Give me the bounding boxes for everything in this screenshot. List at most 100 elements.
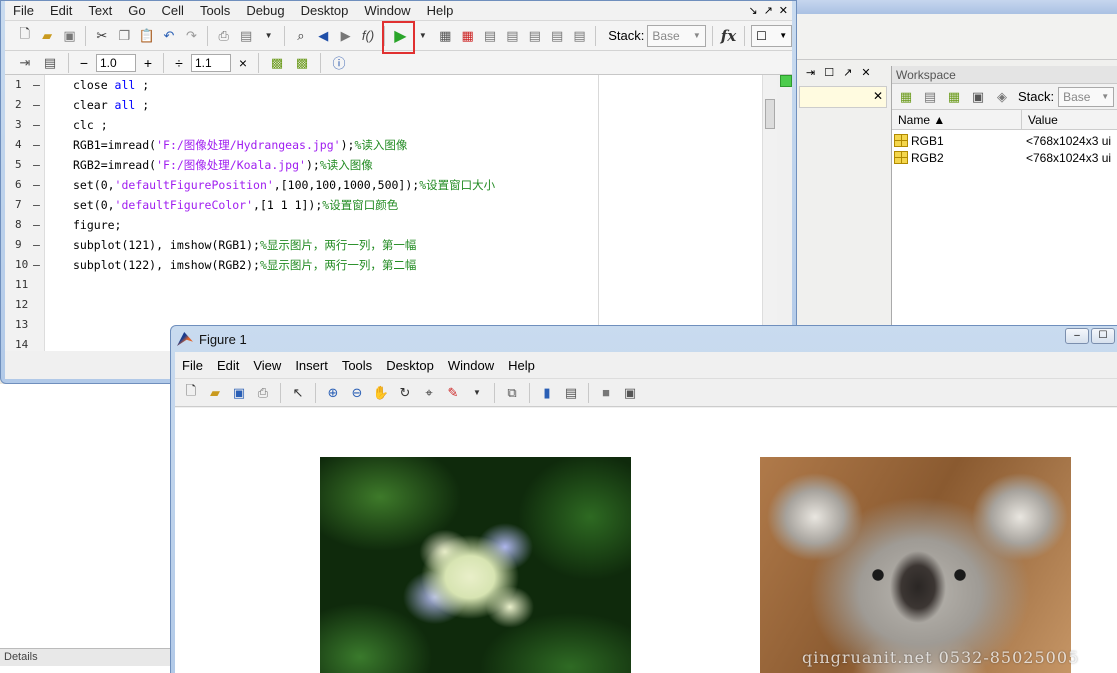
breakpoint-marker[interactable]: – — [33, 95, 40, 115]
breakpoint-marker[interactable]: – — [33, 235, 40, 255]
print-figure-icon[interactable]: ⎙ — [253, 383, 273, 403]
code-line[interactable]: 6 – set(0,'defaultFigurePosition',[100,1… — [5, 175, 762, 195]
redo-icon[interactable]: ↷ — [182, 26, 201, 46]
code-line[interactable]: 4 – RGB1=imread('F:/图像处理/Hydrangeas.jpg'… — [5, 135, 762, 155]
increment-value-field[interactable]: 1.0 — [96, 53, 136, 72]
menu-window[interactable]: Window — [356, 3, 418, 18]
insert-cell-icon[interactable]: ⇥ — [15, 53, 35, 73]
new-figure-icon[interactable]: 🗋 — [181, 383, 201, 403]
breakpoint-marker[interactable]: – — [33, 75, 40, 95]
increment-button[interactable]: + — [141, 55, 155, 71]
workspace-row[interactable]: RGB2 <768x1024x3 ui — [892, 149, 1117, 166]
breakpoint-marker[interactable]: – — [33, 135, 40, 155]
open-folder-icon[interactable]: ▰ — [37, 26, 56, 46]
menu-tools[interactable]: Tools — [192, 3, 238, 18]
colorbar-icon[interactable]: ▮ — [537, 383, 557, 403]
figure-menu-file[interactable]: File — [175, 358, 210, 373]
close-icon[interactable]: ✕ — [779, 4, 788, 17]
find-icon[interactable]: ⌕ — [291, 26, 310, 46]
column-header-name[interactable]: Name ▲ — [892, 110, 1022, 129]
code-line[interactable]: 5 – RGB2=imread('F:/图像处理/Koala.jpg');%读入… — [5, 155, 762, 175]
cut-icon[interactable]: ✂ — [92, 26, 111, 46]
figure-menu-edit[interactable]: Edit — [210, 358, 246, 373]
menu-text[interactable]: Text — [80, 3, 120, 18]
figure-menu-insert[interactable]: Insert — [288, 358, 335, 373]
scale-value-field[interactable]: 1.1 — [191, 53, 231, 72]
link-plot-icon[interactable]: ⧉ — [502, 383, 522, 403]
code-line[interactable]: 12 — [5, 295, 762, 315]
show-plot-tools-icon[interactable]: ▣ — [620, 383, 640, 403]
set-breakpoint-icon[interactable]: ▦ — [436, 26, 455, 46]
run-dropdown-icon[interactable]: ▼ — [413, 26, 432, 46]
code-line[interactable]: 11 — [5, 275, 762, 295]
cell-mode-icon[interactable]: ▤ — [40, 53, 60, 73]
pan-hand-icon[interactable]: ✋ — [371, 383, 391, 403]
exit-debug-icon[interactable]: ▤ — [570, 26, 589, 46]
publish-icon[interactable]: ▤ — [236, 26, 255, 46]
dropdown-arrow-icon[interactable]: ▼ — [259, 26, 278, 46]
breakpoint-marker[interactable]: – — [33, 255, 40, 275]
code-line[interactable]: 2 – clear all ; — [5, 95, 762, 115]
workspace-row[interactable]: RGB1 <768x1024x3 ui — [892, 132, 1117, 149]
zoom-in-icon[interactable]: ⊕ — [323, 383, 343, 403]
save-workspace-icon[interactable]: ▣ — [968, 87, 988, 107]
eval-cell-advance-icon[interactable]: ▩ — [292, 53, 312, 73]
breakpoint-marker[interactable]: – — [33, 115, 40, 135]
code-analyzer-status-icon[interactable] — [780, 75, 792, 87]
legend-icon[interactable]: ▤ — [561, 383, 581, 403]
breakpoint-marker[interactable]: – — [33, 175, 40, 195]
clear-breakpoints-icon[interactable]: ▦ — [458, 26, 477, 46]
code-line[interactable]: 7 – set(0,'defaultFigureColor',[1 1 1]);… — [5, 195, 762, 215]
open-file-icon[interactable]: ▰ — [205, 383, 225, 403]
forward-arrow-icon[interactable]: ▶ — [336, 26, 355, 46]
menu-go[interactable]: Go — [120, 3, 153, 18]
layout-dropdown[interactable]: ☐ ▼ — [751, 24, 793, 47]
minimize-button[interactable]: – — [1065, 328, 1089, 344]
multiply-button[interactable]: × — [236, 55, 250, 71]
brush-dropdown-icon[interactable]: ▼ — [467, 383, 487, 403]
save-icon[interactable]: ▣ — [60, 26, 79, 46]
print-icon[interactable]: ⎙ — [214, 26, 233, 46]
back-arrow-icon[interactable]: ◀ — [314, 26, 333, 46]
new-file-icon[interactable]: 🗋 — [15, 26, 34, 46]
menu-debug[interactable]: Debug — [238, 3, 292, 18]
column-header-value[interactable]: Value — [1022, 110, 1117, 129]
breakpoint-marker[interactable]: – — [33, 155, 40, 175]
step-in-icon[interactable]: ▤ — [503, 26, 522, 46]
zoom-out-icon[interactable]: ⊖ — [347, 383, 367, 403]
figure-titlebar[interactable]: Figure 1 — [171, 326, 1117, 352]
figure-menu-view[interactable]: View — [246, 358, 288, 373]
data-cursor-icon[interactable]: ⌖ — [419, 383, 439, 403]
pin-icon[interactable]: ⇥ — [806, 66, 815, 79]
rotate-3d-icon[interactable]: ↻ — [395, 383, 415, 403]
undock-icon[interactable]: ↗ — [843, 66, 852, 79]
divide-button[interactable]: ÷ — [172, 55, 186, 71]
eval-cell-icon[interactable]: ▩ — [267, 53, 287, 73]
code-line[interactable]: 1 – close all ; — [5, 75, 762, 95]
brush-icon[interactable]: ✎ — [443, 383, 463, 403]
dock-icon[interactable]: ↗ — [764, 4, 773, 17]
fx-icon[interactable]: fx — [719, 26, 738, 46]
undock-icon[interactable]: ↘ — [748, 4, 757, 17]
close-icon[interactable]: ✕ — [861, 66, 870, 79]
figure-menu-desktop[interactable]: Desktop — [379, 358, 441, 373]
hide-plot-tools-icon[interactable]: ■ — [596, 383, 616, 403]
stack-dropdown[interactable]: Base ▼ — [647, 24, 706, 47]
import-data-icon[interactable]: ▦ — [944, 87, 964, 107]
paste-icon[interactable]: 📋 — [137, 26, 156, 46]
breakpoint-marker[interactable]: – — [33, 215, 40, 235]
step-icon[interactable]: ▤ — [480, 26, 499, 46]
info-icon[interactable]: ⓘ — [329, 53, 349, 73]
menu-desktop[interactable]: Desktop — [293, 3, 357, 18]
save-figure-icon[interactable]: ▣ — [229, 383, 249, 403]
menu-cell[interactable]: Cell — [154, 3, 192, 18]
code-line[interactable]: 3 – clc ; — [5, 115, 762, 135]
code-editor[interactable]: 1 – close all ; 2 – clear all ; 3 – clc … — [5, 75, 762, 351]
undo-icon[interactable]: ↶ — [159, 26, 178, 46]
delete-variable-icon[interactable]: ◈ — [992, 87, 1012, 107]
close-icon[interactable]: ✕ — [873, 89, 883, 103]
maximize-button[interactable]: ☐ — [1091, 328, 1115, 344]
menu-edit[interactable]: Edit — [42, 3, 80, 18]
copy-icon[interactable]: ❐ — [115, 26, 134, 46]
figure-menu-tools[interactable]: Tools — [335, 358, 379, 373]
